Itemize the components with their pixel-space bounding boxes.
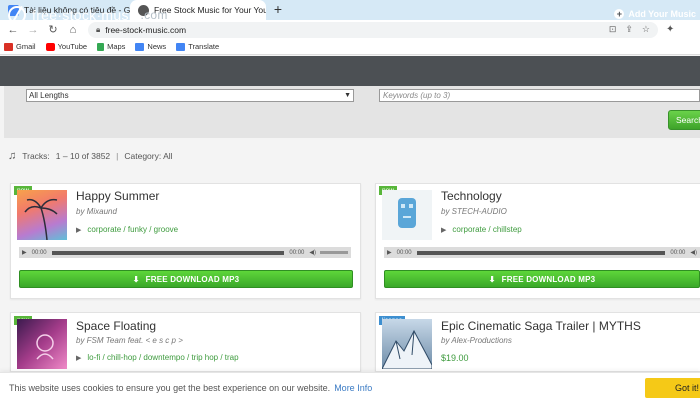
track-thumbnail[interactable] xyxy=(382,190,432,240)
track-thumbnail[interactable] xyxy=(17,319,67,369)
bookmark-maps[interactable]: Maps xyxy=(97,42,125,51)
play-icon[interactable]: ▶ xyxy=(22,249,27,256)
track-tags[interactable]: ▶ corporate / funky / groove xyxy=(76,225,178,234)
keywords-input[interactable]: Keywords (up to 3) xyxy=(379,89,700,102)
translate-icon[interactable]: ⊡ xyxy=(609,24,617,35)
bookmark-news[interactable]: News xyxy=(135,42,166,51)
gmail-icon xyxy=(4,42,13,51)
share-icon[interactable]: ⇪ xyxy=(625,24,633,35)
url-text: free-stock-music.com xyxy=(105,24,187,35)
palm-tree-icon xyxy=(24,198,58,241)
lock-icon: 🔒︎ xyxy=(96,24,101,34)
add-your-music-link[interactable]: + Add Your Music xyxy=(614,9,696,19)
track-title[interactable]: Technology xyxy=(441,189,502,203)
robot-face-icon xyxy=(398,198,416,228)
audio-player[interactable]: ▶ 00:00 00:00 ◀) xyxy=(19,247,351,258)
back-icon[interactable]: ← xyxy=(6,23,20,37)
seek-bar[interactable] xyxy=(416,250,666,255)
free-download-button[interactable]: ⬇ FREE DOWNLOAD MP3 xyxy=(384,270,700,288)
track-title[interactable]: Happy Summer xyxy=(76,189,159,203)
address-bar[interactable]: 🔒︎ free-stock-music.com ⊡ ⇪ ☆ xyxy=(88,21,658,38)
bookmarks-bar: Gmail YouTube Maps News Translate xyxy=(0,39,700,55)
mountain-icon xyxy=(381,329,433,370)
extensions-icon[interactable]: ✦ xyxy=(666,24,674,35)
translate-bookmark-icon xyxy=(176,42,186,51)
cookie-text: This website uses cookies to ensure you … xyxy=(9,383,373,393)
play-triangle-icon: ▶ xyxy=(441,226,447,234)
logo-disc-icon xyxy=(8,6,26,24)
seek-bar[interactable] xyxy=(51,250,285,255)
new-tab-button[interactable]: + xyxy=(270,0,286,20)
length-select[interactable]: All Lengths ▼ xyxy=(26,89,354,102)
track-thumbnail[interactable] xyxy=(381,319,433,370)
forward-icon[interactable]: → xyxy=(26,23,40,37)
volume-icon[interactable]: ◀) xyxy=(309,249,316,256)
maps-icon xyxy=(97,42,105,51)
astronaut-icon xyxy=(36,334,54,360)
track-tags[interactable]: ▶ lo-fi / chill-hop / downtempo / trip ho… xyxy=(76,353,239,362)
track-author[interactable]: by Alex-Productions xyxy=(441,336,512,345)
track-tags[interactable]: ▶ corporate / chillstep xyxy=(441,225,522,234)
play-triangle-icon: ▶ xyxy=(76,226,82,234)
site-header xyxy=(0,56,700,86)
track-author[interactable]: by FSM Team feat. < e s c p > xyxy=(76,336,183,345)
track-price: $19.00 xyxy=(441,353,469,363)
got-it-button[interactable]: Got it! xyxy=(645,378,700,398)
download-icon: ⬇ xyxy=(488,274,496,284)
bookmark-translate[interactable]: Translate xyxy=(176,42,219,51)
play-triangle-icon: ▶ xyxy=(76,354,82,362)
volume-slider[interactable] xyxy=(320,251,348,254)
bookmark-star-icon[interactable]: ☆ xyxy=(642,24,650,35)
search-button[interactable]: Search xyxy=(668,110,700,130)
more-info-link[interactable]: More Info xyxy=(334,383,372,393)
news-icon xyxy=(135,42,145,51)
tracks-info: ♫ Tracks: 1 – 10 of 3852 | Category: All xyxy=(8,150,173,162)
download-icon: ⬇ xyxy=(132,274,140,284)
play-icon[interactable]: ▶ xyxy=(387,249,392,256)
reload-icon[interactable]: ↻ xyxy=(46,23,60,37)
track-author[interactable]: by Mixaund xyxy=(76,207,117,216)
audio-player[interactable]: ▶ 00:00 00:00 ◀) xyxy=(384,247,700,258)
volume-icon[interactable]: ◀) xyxy=(690,249,697,256)
site-logo[interactable]: free·stock·music .com xyxy=(8,6,168,24)
chevron-down-icon: ▼ xyxy=(344,92,351,99)
youtube-icon xyxy=(45,42,55,51)
track-author[interactable]: by STECH-AUDIO xyxy=(441,207,507,216)
plus-icon: + xyxy=(614,9,625,19)
track-title[interactable]: Epic Cinematic Saga Trailer | MYTHS xyxy=(441,319,641,333)
track-thumbnail[interactable] xyxy=(17,190,67,241)
free-download-button[interactable]: ⬇ FREE DOWNLOAD MP3 xyxy=(19,270,353,288)
bookmark-youtube[interactable]: YouTube xyxy=(45,42,87,51)
music-note-icon: ♫ xyxy=(8,150,17,162)
tab-title: Free Stock Music for Your YouTub xyxy=(154,5,266,15)
track-title[interactable]: Space Floating xyxy=(76,319,156,333)
home-icon[interactable]: ⌂ xyxy=(66,23,80,37)
bookmark-gmail[interactable]: Gmail xyxy=(4,42,36,51)
